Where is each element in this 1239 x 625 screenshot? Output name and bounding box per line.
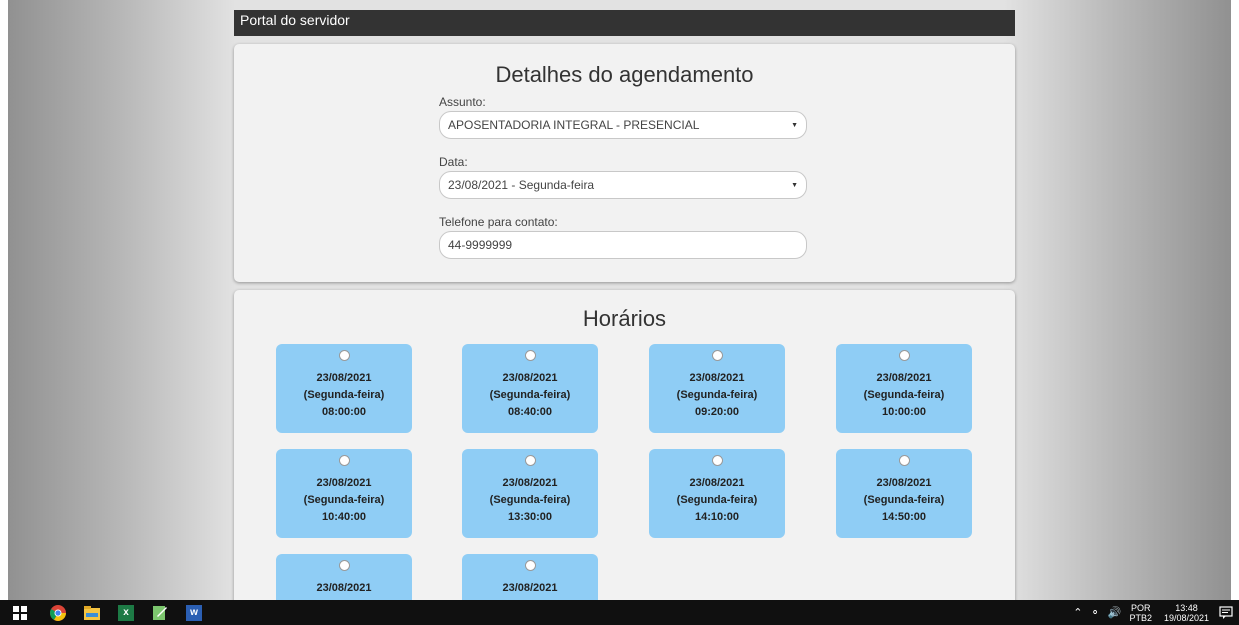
system-tray: ⌃ ⚬ 🔊 POR PTB2 13:48 19/08/2021 [1073, 600, 1239, 625]
time-slot[interactable]: 23/08/2021 (Segunda-feira) 14:10:00 [649, 449, 785, 538]
notepad-icon[interactable] [152, 605, 168, 621]
taskbar: x w ⌃ ⚬ 🔊 POR PTB2 13:48 19/08/2021 [0, 600, 1239, 625]
clock[interactable]: 13:48 19/08/2021 [1164, 603, 1209, 623]
excel-icon[interactable]: x [118, 604, 134, 621]
chrome-icon[interactable] [50, 604, 66, 621]
slot-time: 10:40:00 [321, 511, 367, 523]
details-form: Assunto: APOSENTADORIA INTEGRAL - PRESEN… [439, 95, 807, 275]
language-indicator[interactable]: POR PTB2 [1129, 603, 1152, 623]
slot-time: 08:40:00 [507, 406, 553, 418]
slot-weekday: (Segunda-feira) [489, 494, 571, 506]
date-value: 23/08/2021 - Segunda-feira [448, 178, 595, 192]
slot-time: 14:50:00 [881, 511, 927, 523]
slot-radio[interactable] [898, 455, 910, 466]
slot-time: 08:00:00 [321, 406, 367, 418]
slot-weekday: (Segunda-feira) [863, 494, 945, 506]
portal-header: Portal do servidor [234, 10, 1015, 36]
slots-title: Horários [582, 306, 667, 331]
slot-weekday: (Segunda-feira) [676, 389, 758, 401]
slot-date: 23/08/2021 [689, 477, 745, 489]
slots-card: Horários 23/08/2021 (Segunda-feira) 08:0… [234, 290, 1015, 625]
slot-radio[interactable] [524, 560, 536, 571]
slot-weekday: (Segunda-feira) [303, 494, 385, 506]
subject-label: Assunto: [439, 95, 486, 109]
slot-date: 23/08/2021 [316, 372, 372, 384]
portal-title: Portal do servidor [240, 12, 350, 28]
time-slot[interactable]: 23/08/2021 (Segunda-feira) 08:00:00 [276, 344, 412, 433]
chevron-down-icon: ▼ [791, 181, 798, 189]
slot-time: 09:20:00 [694, 406, 740, 418]
chevron-up-icon[interactable]: ⌃ [1073, 606, 1082, 619]
slot-radio[interactable] [898, 350, 910, 361]
slot-radio[interactable] [524, 455, 536, 466]
phone-input[interactable] [439, 231, 807, 259]
slot-weekday: (Segunda-feira) [863, 389, 945, 401]
file-explorer-icon[interactable] [84, 605, 100, 621]
clock-date: 19/08/2021 [1163, 612, 1209, 623]
slot-radio[interactable] [338, 560, 350, 571]
slot-radio[interactable] [711, 350, 723, 361]
window-edge-right [1231, 0, 1239, 600]
subject-select[interactable]: APOSENTADORIA INTEGRAL - PRESENCIAL ▼ [439, 111, 807, 139]
slot-date: 23/08/2021 [502, 372, 558, 384]
slot-time: 10:00:00 [881, 406, 927, 418]
slot-time: 14:10:00 [694, 511, 740, 523]
windows-start-icon[interactable] [12, 605, 28, 621]
slot-date: 23/08/2021 [876, 477, 932, 489]
slot-weekday: (Segunda-feira) [676, 494, 758, 506]
phone-label: Telefone para contato: [439, 215, 558, 229]
clock-time: 13:48 [1175, 602, 1198, 613]
slot-date: 23/08/2021 [316, 582, 372, 594]
notification-icon[interactable] [1219, 605, 1233, 620]
slot-date: 23/08/2021 [689, 372, 745, 384]
subject-value: APOSENTADORIA INTEGRAL - PRESENCIAL [448, 118, 700, 132]
slot-date: 23/08/2021 [502, 582, 558, 594]
slot-date: 23/08/2021 [876, 372, 932, 384]
date-label: Data: [439, 155, 468, 169]
slot-weekday: (Segunda-feira) [303, 389, 385, 401]
time-slot[interactable]: 23/08/2021 (Segunda-feira) 14:50:00 [836, 449, 972, 538]
window-edge-left [0, 0, 8, 600]
lang-bottom: PTB2 [1129, 612, 1152, 623]
slot-time: 13:30:00 [507, 511, 553, 523]
slot-radio[interactable] [338, 455, 350, 466]
time-slot[interactable]: 23/08/2021 (Segunda-feira) 10:00:00 [836, 344, 972, 433]
word-icon[interactable]: w [186, 604, 202, 621]
time-slot[interactable]: 23/08/2021 (Segunda-feira) 08:40:00 [462, 344, 598, 433]
chevron-down-icon: ▼ [791, 121, 798, 129]
date-select[interactable]: 23/08/2021 - Segunda-feira ▼ [439, 171, 807, 199]
time-slot[interactable]: 23/08/2021 (Segunda-feira) 09:20:00 [649, 344, 785, 433]
slot-date: 23/08/2021 [316, 477, 372, 489]
slot-radio[interactable] [338, 350, 350, 361]
time-slot[interactable]: 23/08/2021 (Segunda-feira) 13:30:00 [462, 449, 598, 538]
details-title: Detalhes do agendamento [495, 62, 754, 87]
time-slot[interactable]: 23/08/2021 (Segunda-feira) 10:40:00 [276, 449, 412, 538]
slot-weekday: (Segunda-feira) [489, 389, 571, 401]
wifi-icon[interactable]: ⚬ [1091, 606, 1100, 619]
slot-date: 23/08/2021 [502, 477, 558, 489]
details-card: Detalhes do agendamento Assunto: APOSENT… [234, 44, 1015, 282]
slot-radio[interactable] [524, 350, 536, 361]
volume-icon[interactable]: 🔊 [1108, 606, 1122, 619]
lang-top: POR [1130, 602, 1151, 613]
slot-radio[interactable] [711, 455, 723, 466]
